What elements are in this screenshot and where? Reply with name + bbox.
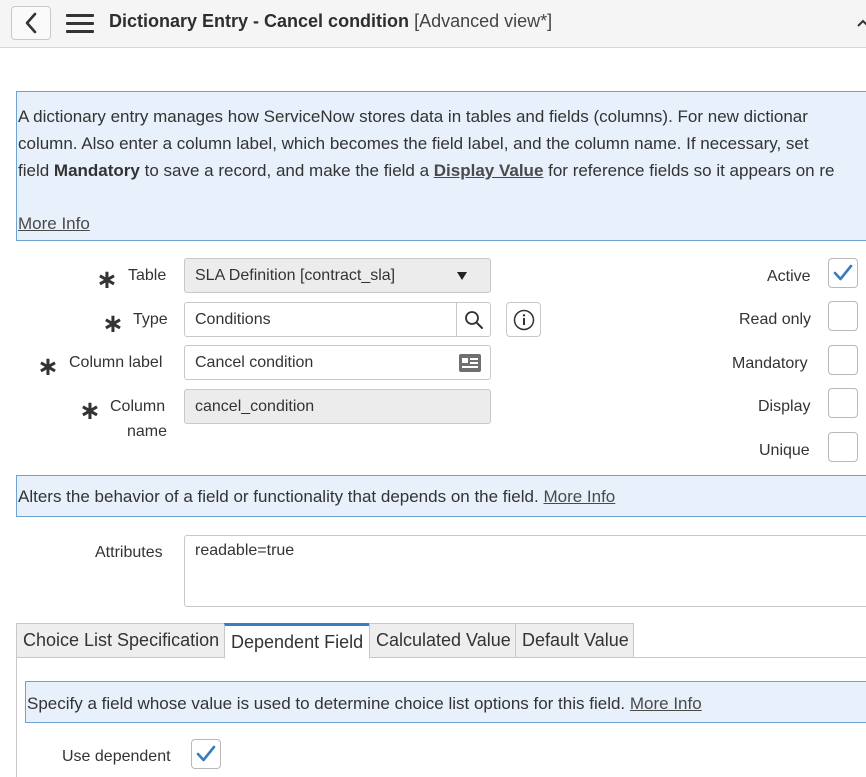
translation-card-icon[interactable] <box>458 353 482 373</box>
type-field-value: Conditions <box>195 310 271 328</box>
table-select[interactable]: SLA Definition [contract_sla] <box>184 258 491 293</box>
intro-text: to save a record, and make the field a <box>139 161 434 180</box>
intro-line-3: field Mandatory to save a record, and ma… <box>18 157 866 184</box>
attributes-label: Attributes <box>95 544 163 561</box>
required-indicator: ∗ <box>102 308 124 338</box>
table-label: Table <box>128 267 167 284</box>
reference-info-button[interactable] <box>506 302 541 337</box>
read-only-label: Read only <box>739 311 812 328</box>
mandatory-label: Mandatory <box>732 355 808 372</box>
column-label-value: Cancel condition <box>195 353 314 371</box>
table-select-value: SLA Definition [contract_sla] <box>195 266 396 284</box>
attributes-more-info-link[interactable]: More Info <box>543 487 615 506</box>
title-record-name: Dictionary Entry - Cancel condition <box>109 11 410 31</box>
chevron-up-icon[interactable] <box>856 16 866 30</box>
search-icon <box>464 310 483 329</box>
dependent-more-info-link[interactable]: More Info <box>630 694 702 713</box>
form-header: Dictionary Entry - Cancel condition [Adv… <box>0 0 866 48</box>
intro-line-2: column. Also enter a column label, which… <box>18 134 809 153</box>
title-view-name: [Advanced view*] <box>414 11 553 31</box>
unique-checkbox[interactable] <box>828 432 858 462</box>
attributes-info-text: Alters the behavior of a field or functi… <box>18 487 544 506</box>
column-name-value: cancel_condition <box>195 397 315 415</box>
mandatory-emphasis: Mandatory <box>53 161 140 180</box>
display-checkbox[interactable] <box>828 388 858 418</box>
chevron-left-icon <box>25 12 37 34</box>
column-label-input[interactable]: Cancel condition <box>184 345 491 380</box>
tab-default-value[interactable]: Default Value <box>515 623 634 658</box>
intro-line-1: A dictionary entry manages how ServiceNo… <box>18 107 808 126</box>
column-name-field: cancel_condition <box>184 389 491 424</box>
attributes-info-box: Alters the behavior of a field or functi… <box>16 475 866 517</box>
lookup-button[interactable] <box>456 303 490 336</box>
checkmark-icon <box>833 264 853 281</box>
dependent-info-text: Specify a field whose value is used to d… <box>27 694 630 713</box>
hamburger-menu-icon[interactable] <box>66 12 94 36</box>
tab-dependent-field[interactable]: Dependent Field <box>224 623 370 659</box>
active-checkbox[interactable] <box>828 258 858 288</box>
page-title: Dictionary Entry - Cancel condition [Adv… <box>109 11 552 32</box>
required-indicator: ∗ <box>37 351 59 381</box>
required-indicator: ∗ <box>96 264 118 294</box>
tab-choice-list-specification[interactable]: Choice List Specification <box>16 623 225 658</box>
use-dependent-checkbox[interactable] <box>191 739 221 769</box>
display-label: Display <box>758 398 811 415</box>
dependent-info-box: Specify a field whose value is used to d… <box>25 681 866 723</box>
column-label-label: Column label <box>69 354 163 371</box>
info-icon <box>513 309 534 330</box>
mandatory-checkbox[interactable] <box>828 345 858 375</box>
use-dependent-label: Use dependent <box>62 748 171 765</box>
unique-label: Unique <box>759 442 810 459</box>
tab-calculated-value[interactable]: Calculated Value <box>369 623 516 658</box>
back-button[interactable] <box>11 6 51 40</box>
intro-info-box: A dictionary entry manages how ServiceNo… <box>16 91 866 241</box>
intro-more-info-link[interactable]: More Info <box>18 214 90 233</box>
attributes-textarea[interactable]: readable=true <box>184 535 866 607</box>
intro-text: for reference fields so it appears on re <box>543 161 835 180</box>
active-label: Active <box>767 268 811 285</box>
checkmark-icon <box>196 745 216 762</box>
required-indicator: ∗ <box>79 395 101 425</box>
intro-text: field <box>18 161 54 180</box>
type-reference-field[interactable]: Conditions <box>184 302 491 337</box>
caret-down-icon <box>457 271 467 280</box>
read-only-checkbox[interactable] <box>828 301 858 331</box>
type-label: Type <box>133 311 168 328</box>
column-name-label-line1: Column <box>110 398 166 415</box>
column-name-label-line2: name <box>127 423 168 440</box>
tab-panel-border <box>16 657 17 777</box>
display-value-link[interactable]: Display Value <box>434 161 544 180</box>
